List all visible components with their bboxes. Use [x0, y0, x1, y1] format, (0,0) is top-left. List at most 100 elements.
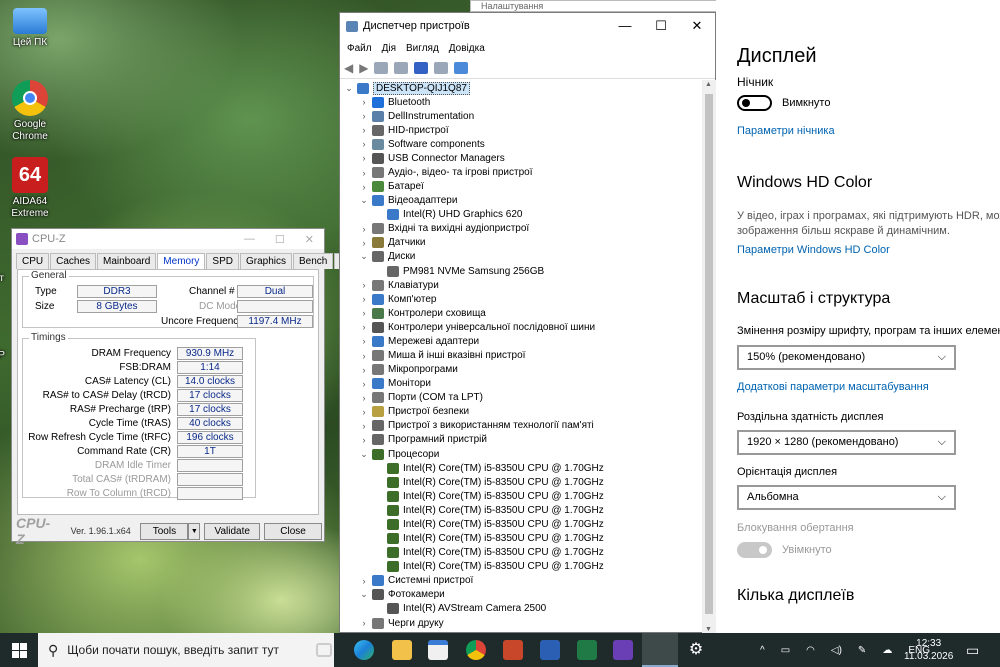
expand-chevron-icon[interactable]: ›	[359, 393, 369, 403]
onedrive-icon[interactable]: ☁	[882, 645, 892, 656]
expand-chevron-icon[interactable]: ›	[359, 125, 369, 135]
collapse-chevron-icon[interactable]: ⌄	[359, 195, 369, 206]
wifi-icon[interactable]: ◠	[806, 645, 815, 656]
expand-chevron-icon[interactable]: ›	[359, 224, 369, 234]
scroll-down-icon[interactable]: ▼	[705, 626, 712, 633]
excel-icon[interactable]	[577, 640, 597, 660]
tools-dropdown-icon[interactable]: ▼	[188, 522, 201, 540]
advanced-scaling-link[interactable]: Додаткові параметри масштабування	[737, 381, 929, 393]
close-button[interactable]: ✕	[679, 18, 715, 34]
expand-chevron-icon[interactable]: ›	[359, 97, 369, 107]
tree-node[interactable]: › Контролери універсальної послідовної ши…	[340, 320, 702, 334]
settings-gear-icon[interactable]: ⚙	[686, 640, 706, 660]
tree-node[interactable]: › Програмний пристрій	[340, 433, 702, 447]
tree-node[interactable]: › Вхідні та вихідні аудіопристрої	[340, 222, 702, 236]
night-light-settings-link[interactable]: Параметри нічника	[737, 125, 835, 137]
maximize-button[interactable]: ☐	[275, 233, 285, 246]
menu-item[interactable]: Довідка	[449, 43, 485, 54]
tree-node[interactable]: PM981 NVMe Samsung 256GB	[340, 264, 702, 278]
collapse-chevron-icon[interactable]: ⌄	[359, 589, 369, 600]
tab-mainboard[interactable]: Mainboard	[97, 253, 157, 269]
expand-chevron-icon[interactable]: ›	[359, 407, 369, 417]
expand-chevron-icon[interactable]: ›	[359, 238, 369, 248]
tree-node[interactable]: › HID-пристрої	[340, 123, 702, 137]
close-button[interactable]: ✕	[305, 233, 314, 246]
tree-node[interactable]: › Системні пристрої	[340, 574, 702, 588]
scale-dropdown[interactable]: 150% (рекомендовано) ⌵	[737, 345, 956, 370]
expand-chevron-icon[interactable]: ›	[359, 308, 369, 318]
tree-node[interactable]: Intel(R) Core(TM) i5-8350U CPU @ 1.70GHz	[340, 546, 702, 560]
start-button[interactable]	[0, 633, 38, 667]
close-dialog-button[interactable]: Close	[264, 522, 322, 540]
chrome-taskbar-icon[interactable]	[466, 640, 486, 660]
tree-node[interactable]: Intel(R) Core(TM) i5-8350U CPU @ 1.70GHz	[340, 489, 702, 503]
tree-node[interactable]: Intel(R) Core(TM) i5-8350U CPU @ 1.70GHz	[340, 517, 702, 531]
tree-node[interactable]: ⌄ Відеоадаптери	[340, 194, 702, 208]
expand-chevron-icon[interactable]: ›	[359, 280, 369, 290]
expand-chevron-icon[interactable]: ›	[359, 111, 369, 121]
collapse-chevron-icon[interactable]: ⌄	[359, 449, 369, 460]
help-icon[interactable]	[414, 61, 429, 74]
tab-memory[interactable]: Memory	[157, 253, 206, 269]
minimize-button[interactable]: —	[244, 233, 255, 246]
view-icon[interactable]	[374, 61, 389, 74]
tab-cpu[interactable]: CPU	[16, 253, 50, 269]
details-icon[interactable]	[434, 61, 449, 74]
aida64-shortcut[interactable]: 64 AIDA64 Extreme	[0, 157, 60, 220]
tree-node[interactable]: › Пристрої безпеки	[340, 405, 702, 419]
cpuz-titlebar[interactable]: CPU-Z — ☐ ✕	[12, 229, 324, 249]
tree-node[interactable]: › Порти (COM та LPT)	[340, 391, 702, 405]
this-pc-shortcut[interactable]: Цей ПК	[0, 6, 60, 49]
tree-node[interactable]: › Bluetooth	[340, 95, 702, 109]
collapse-chevron-icon[interactable]: ⌄	[344, 83, 354, 94]
tree-scrollbar[interactable]: ▲ ▼	[702, 80, 716, 634]
tree-node[interactable]: › Аудіо-, відео- та ігрові пристрої	[340, 165, 702, 179]
tab-graphics[interactable]: Graphics	[239, 253, 292, 269]
expand-chevron-icon[interactable]: ›	[359, 435, 369, 445]
cpuz-taskbar-icon[interactable]	[613, 640, 633, 660]
expand-chevron-icon[interactable]: ›	[359, 153, 369, 163]
pen-icon[interactable]: ✎	[858, 645, 866, 656]
expand-chevron-icon[interactable]: ›	[359, 182, 369, 192]
scroll-up-icon[interactable]: ▲	[705, 81, 712, 88]
expand-chevron-icon[interactable]: ›	[359, 322, 369, 332]
powerpoint-icon[interactable]	[503, 640, 523, 660]
tree-node[interactable]: Intel(R) Core(TM) i5-8350U CPU @ 1.70GHz	[340, 475, 702, 489]
menu-item[interactable]: Файл	[347, 43, 372, 54]
tree-node[interactable]: › Контролери сховища	[340, 306, 702, 320]
tab-bench[interactable]: Bench	[293, 253, 334, 269]
tree-node[interactable]: Intel(R) Core(TM) i5-8350U CPU @ 1.70GHz	[340, 532, 702, 546]
edge-icon[interactable]	[354, 640, 374, 660]
forward-arrow-icon[interactable]: ▶	[359, 61, 368, 75]
resolution-dropdown[interactable]: 1920 × 1280 (рекомендовано) ⌵	[737, 430, 956, 455]
clock[interactable]: 12:33 11.03.2026	[904, 633, 953, 667]
tree-node[interactable]: Intel(R) Core(TM) i5-8350U CPU @ 1.70GHz	[340, 461, 702, 475]
tab-spd[interactable]: SPD	[206, 253, 239, 269]
scan-hardware-icon[interactable]	[454, 61, 469, 74]
minimize-button[interactable]: —	[607, 18, 643, 34]
night-light-toggle[interactable]	[737, 95, 772, 111]
tree-node[interactable]: ⌄ Диски	[340, 250, 702, 264]
expand-chevron-icon[interactable]: ›	[359, 618, 369, 628]
devmgr-titlebar[interactable]: Диспетчер пристроїв — ☐ ✕	[340, 13, 715, 39]
tree-node[interactable]: › Пристрої з використанням технології пам…	[340, 419, 702, 433]
background-window-title[interactable]: Налаштування	[470, 0, 720, 12]
tree-node[interactable]: Intel(R) Core(TM) i5-8350U CPU @ 1.70GHz	[340, 560, 702, 574]
menu-item[interactable]: Вигляд	[406, 43, 439, 54]
hdr-settings-link[interactable]: Параметри Windows HD Color	[737, 244, 890, 256]
orientation-dropdown[interactable]: Альбомна ⌵	[737, 485, 956, 510]
expand-chevron-icon[interactable]: ›	[359, 294, 369, 304]
tree-node[interactable]: › Software components	[340, 137, 702, 151]
file-explorer-icon[interactable]	[392, 640, 412, 660]
tree-node[interactable]: › Датчики	[340, 236, 702, 250]
properties-icon[interactable]	[394, 61, 409, 74]
task-view-icon[interactable]	[316, 643, 332, 657]
tree-node[interactable]: Intel(R) Core(TM) i5-8350U CPU @ 1.70GHz	[340, 503, 702, 517]
back-arrow-icon[interactable]: ◀	[344, 61, 353, 75]
rotation-lock-toggle[interactable]	[737, 542, 772, 558]
tree-node[interactable]: › Мережеві адаптери	[340, 334, 702, 348]
tree-node[interactable]: › Клавіатури	[340, 278, 702, 292]
chrome-shortcut[interactable]: Google Chrome	[0, 80, 60, 143]
tree-node[interactable]: › Миша й інші вказівні пристрої	[340, 348, 702, 362]
notifications-icon[interactable]: ▭	[966, 633, 979, 667]
